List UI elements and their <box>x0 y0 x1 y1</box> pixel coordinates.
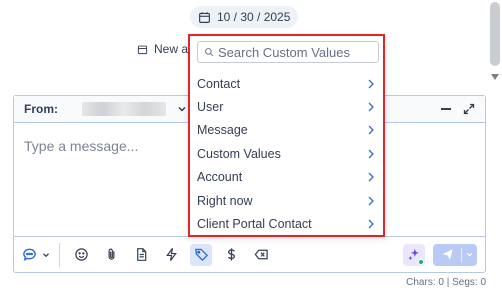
calendar-icon <box>199 11 210 23</box>
dropdown-item-custom-values[interactable]: Custom Values <box>190 142 383 165</box>
dropdown-item-label: Client Portal Contact <box>197 217 312 232</box>
scroll-down-arrow-icon[interactable] <box>491 74 499 80</box>
dropdown-item-label: Message <box>197 123 248 138</box>
document-icon <box>136 248 146 261</box>
calendar-icon <box>137 45 148 54</box>
search-icon <box>205 48 214 57</box>
emoji-icon <box>74 248 88 261</box>
dropdown-item-user[interactable]: User <box>190 95 383 118</box>
conversation-panel: 10 / 30 / 2025 New a From: Type a messag… <box>0 0 502 295</box>
attachment-icon <box>108 248 114 260</box>
ai-status-dot <box>418 258 424 265</box>
chevron-right-icon <box>368 149 374 159</box>
clear-button[interactable] <box>250 244 272 266</box>
dropdown-item-label: Right now <box>197 193 253 208</box>
channel-select-button[interactable] <box>22 242 60 267</box>
from-label: From: <box>24 102 58 116</box>
scrollbar[interactable] <box>488 0 502 90</box>
custom-values-search-input[interactable] <box>218 44 378 60</box>
dropdown-item-message[interactable]: Message <box>190 119 383 142</box>
clear-icon <box>254 249 268 260</box>
ai-assist-button[interactable] <box>403 243 425 266</box>
dropdown-item-contact[interactable]: Contact <box>190 72 383 95</box>
dropdown-item-label: Custom Values <box>197 146 281 161</box>
tag-icon <box>194 248 208 262</box>
dropdown-item-account[interactable]: Account <box>190 166 383 189</box>
emoji-button[interactable] <box>70 244 92 266</box>
chevron-right-icon <box>368 196 374 206</box>
custom-values-search[interactable] <box>197 41 379 63</box>
date-chip: 10 / 30 / 2025 <box>190 6 299 28</box>
char-segment-count: Chars: 0 | Segs: 0 <box>406 277 486 288</box>
trigger-links-button[interactable] <box>160 244 182 266</box>
expand-icon[interactable] <box>463 103 475 115</box>
custom-values-list: Contact User Message Custom Values Accou… <box>190 72 383 236</box>
dropdown-item-client-portal-contact[interactable]: Client Portal Contact <box>190 212 383 235</box>
dropdown-item-label: Account <box>197 170 243 185</box>
date-label: 10 / 30 / 2025 <box>217 10 291 24</box>
composer-toolbar <box>14 236 485 272</box>
chevron-down-icon[interactable] <box>176 103 188 115</box>
dollar-icon <box>227 248 235 261</box>
template-button[interactable] <box>130 244 152 266</box>
send-icon <box>441 249 453 260</box>
custom-values-button[interactable] <box>190 243 212 266</box>
from-number-redacted[interactable] <box>82 102 166 116</box>
chevron-right-icon <box>368 79 374 89</box>
chevron-right-icon <box>368 219 374 229</box>
chevron-down-icon[interactable] <box>465 250 474 259</box>
chat-channel-icon <box>23 248 36 262</box>
chevron-down-icon <box>43 252 49 257</box>
chevron-right-icon <box>368 102 374 112</box>
chevron-right-icon <box>368 172 374 182</box>
chevron-right-icon <box>368 126 374 135</box>
send-button[interactable] <box>433 243 477 266</box>
activity-note: New a <box>137 42 188 56</box>
attachment-button[interactable] <box>100 244 122 266</box>
scrollbar-thumb[interactable] <box>490 2 500 66</box>
dropdown-item-label: User <box>197 100 224 115</box>
custom-values-dropdown: Contact User Message Custom Values Accou… <box>188 34 385 237</box>
dropdown-item-right-now[interactable]: Right now <box>190 189 383 212</box>
payment-button[interactable] <box>220 244 242 266</box>
dropdown-item-label: Contact <box>197 76 241 91</box>
minimize-icon[interactable] <box>441 108 451 110</box>
lightning-icon <box>165 248 177 261</box>
activity-note-label: New a <box>154 42 189 56</box>
